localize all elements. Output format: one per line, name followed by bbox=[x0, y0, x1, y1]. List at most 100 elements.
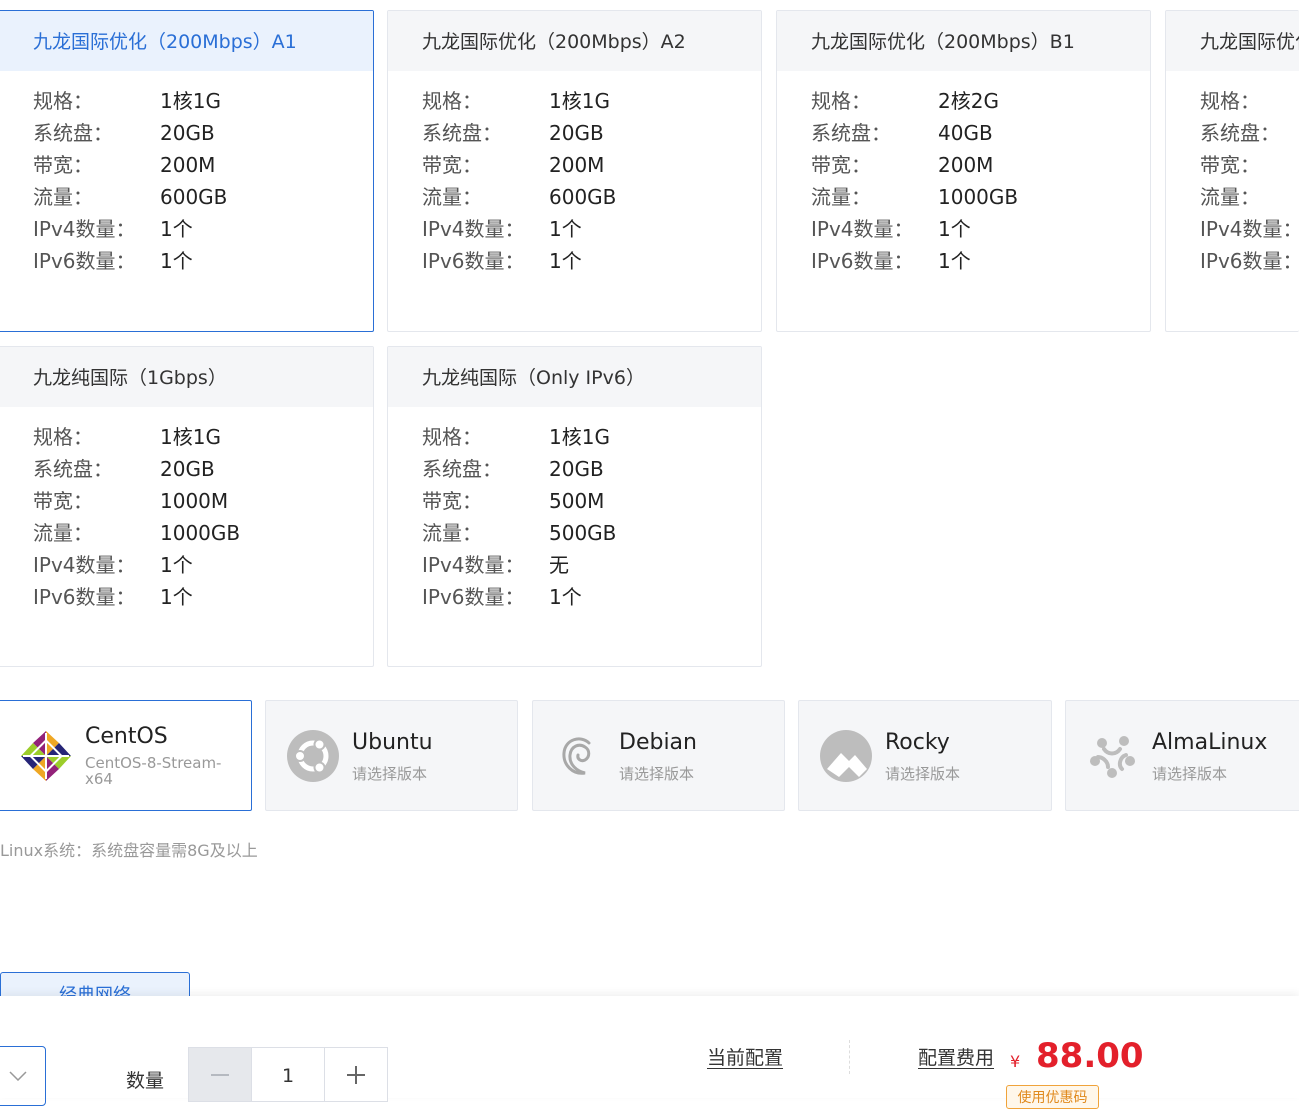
spec-value: 500M bbox=[549, 489, 605, 513]
spec-label: 带宽： bbox=[422, 489, 482, 513]
spec-label: 流量： bbox=[422, 185, 482, 209]
spec-value: 1核1G bbox=[160, 89, 221, 113]
spec-label: IPv6数量： bbox=[33, 249, 136, 273]
spec-label: 流量： bbox=[33, 185, 93, 209]
plan-title: 九龙国际优化（200Mbps）A2 bbox=[388, 11, 761, 71]
spec-value: 1个 bbox=[549, 217, 582, 241]
plan-card-a2[interactable]: 九龙国际优化（200Mbps）A2 规格： 1核1G 系统盘： 20GB 带宽： 20… bbox=[387, 10, 762, 332]
spec-label: 规格： bbox=[422, 89, 482, 113]
spec-label: IPv6数量： bbox=[33, 585, 136, 609]
rocky-icon bbox=[820, 730, 872, 782]
os-card-almalinux[interactable]: AlmaLinux 请选择版本 bbox=[1065, 700, 1299, 811]
config-fee-link[interactable]: 配置费用 bbox=[918, 1043, 994, 1070]
os-card-debian[interactable]: Debian 请选择版本 bbox=[532, 700, 785, 811]
os-disk-note: Linux系统：系统盘容量需8G及以上 bbox=[0, 841, 258, 860]
ubuntu-icon bbox=[287, 730, 339, 782]
decrement-button[interactable] bbox=[189, 1048, 251, 1101]
os-name: Rocky bbox=[885, 730, 950, 755]
spec-label: 带宽： bbox=[33, 153, 93, 177]
spec-label: IPv4数量： bbox=[1200, 217, 1299, 241]
spec-label: IPv4数量： bbox=[33, 553, 136, 577]
spec-label: IPv6数量： bbox=[811, 249, 914, 273]
os-card-centos[interactable]: CentOS CentOS-8-Stream-x64 bbox=[0, 700, 252, 811]
plan-card-ipv6[interactable]: 九龙纯国际（Only IPv6） 规格： 1核1G 系统盘： 20GB 带宽： 500… bbox=[387, 346, 762, 667]
quantity-input[interactable]: 1 bbox=[251, 1048, 325, 1101]
os-version: 请选择版本 bbox=[352, 765, 428, 783]
os-name: Debian bbox=[619, 730, 697, 755]
os-version: 请选择版本 bbox=[885, 765, 961, 783]
spec-label: 带宽： bbox=[33, 489, 93, 513]
spec-label: 流量： bbox=[811, 185, 871, 209]
spec-value: 1个 bbox=[938, 249, 971, 273]
plan-title: 九龙纯国际（Only IPv6） bbox=[388, 347, 761, 407]
spec-label: IPv6数量： bbox=[422, 585, 525, 609]
spec-label: 带宽： bbox=[1200, 153, 1260, 177]
spec-value: 无 bbox=[549, 553, 569, 577]
plan-card-1gbps[interactable]: 九龙纯国际（1Gbps） 规格： 1核1G 系统盘： 20GB 带宽： 1000M 流… bbox=[0, 346, 374, 667]
plan-title: 九龙国际优化（200Mbps）B1 bbox=[777, 11, 1150, 71]
spec-value: 40GB bbox=[938, 121, 993, 145]
spec-value: 20GB bbox=[160, 457, 215, 481]
spec-label: 规格： bbox=[33, 89, 93, 113]
os-version: 请选择版本 bbox=[1152, 765, 1228, 783]
spec-label: 系统盘： bbox=[33, 121, 113, 145]
spec-label: IPv6数量： bbox=[1200, 249, 1299, 273]
spec-value: 1个 bbox=[160, 249, 193, 273]
spec-value: 200M bbox=[160, 153, 216, 177]
spec-label: 系统盘： bbox=[33, 457, 113, 481]
total-price: 88.00 bbox=[1036, 1036, 1144, 1076]
spec-value: 20GB bbox=[549, 121, 604, 145]
spec-label: 规格： bbox=[1200, 89, 1260, 113]
coupon-button[interactable]: 使用优惠码 bbox=[1006, 1085, 1099, 1109]
plan-title: 九龙国际优化（200Mbps）A1 bbox=[0, 11, 373, 71]
spec-value: 1个 bbox=[549, 585, 582, 609]
spec-label: IPv4数量： bbox=[33, 217, 136, 241]
increment-button[interactable] bbox=[325, 1048, 387, 1101]
spec-label: 系统盘： bbox=[422, 457, 502, 481]
spec-value: 2核2G bbox=[938, 89, 999, 113]
spec-label: 规格： bbox=[811, 89, 871, 113]
spec-label: 带宽： bbox=[422, 153, 482, 177]
spec-value: 200M bbox=[938, 153, 994, 177]
os-card-ubuntu[interactable]: Ubuntu 请选择版本 bbox=[265, 700, 518, 811]
region-dropdown[interactable] bbox=[0, 1046, 46, 1106]
chevron-down-icon bbox=[9, 1071, 27, 1081]
spec-value: 1个 bbox=[549, 249, 582, 273]
spec-label: IPv4数量： bbox=[422, 553, 525, 577]
os-name: CentOS bbox=[85, 724, 168, 749]
spec-label: 系统盘： bbox=[1200, 121, 1280, 145]
divider bbox=[849, 1040, 851, 1074]
os-name: AlmaLinux bbox=[1152, 730, 1268, 755]
spec-value: 500GB bbox=[549, 521, 617, 545]
currency-symbol: ¥ bbox=[1010, 1052, 1021, 1071]
spec-value: 1个 bbox=[938, 217, 971, 241]
spec-label: IPv4数量： bbox=[811, 217, 914, 241]
spec-value: 1核1G bbox=[549, 425, 610, 449]
spec-label: IPv4数量： bbox=[422, 217, 525, 241]
spec-value: 20GB bbox=[549, 457, 604, 481]
plan-card-b1[interactable]: 九龙国际优化（200Mbps）B1 规格： 2核2G 系统盘： 40GB 带宽： 20… bbox=[776, 10, 1151, 332]
spec-value: 1个 bbox=[160, 217, 193, 241]
order-bar: 数量 1 当前配置 配置费用 ¥ 88.00 使用优惠码 bbox=[0, 996, 1299, 1109]
spec-value: 600GB bbox=[549, 185, 617, 209]
spec-value: 600GB bbox=[160, 185, 228, 209]
spec-label: 系统盘： bbox=[422, 121, 502, 145]
spec-value: 1000GB bbox=[938, 185, 1019, 209]
os-name: Ubuntu bbox=[352, 730, 433, 755]
spec-label: 带宽： bbox=[811, 153, 871, 177]
os-card-rocky[interactable]: Rocky 请选择版本 bbox=[798, 700, 1052, 811]
debian-icon bbox=[562, 737, 591, 775]
plan-title: 九龙国际优化 bbox=[1166, 11, 1299, 71]
almalinux-icon bbox=[1090, 736, 1135, 778]
plan-title: 九龙纯国际（1Gbps） bbox=[0, 347, 373, 407]
plan-card-a1[interactable]: 九龙国际优化（200Mbps）A1 规格： 1核1G 系统盘： 20GB 带宽： 20… bbox=[0, 10, 374, 332]
centos-icon bbox=[21, 731, 71, 781]
spec-value: 1000GB bbox=[160, 521, 241, 545]
spec-label: 规格： bbox=[422, 425, 482, 449]
spec-value: 200M bbox=[549, 153, 605, 177]
spec-value: 20GB bbox=[160, 121, 215, 145]
spec-label: 系统盘： bbox=[811, 121, 891, 145]
current-config-link[interactable]: 当前配置 bbox=[707, 1043, 783, 1070]
plan-card-partial[interactable]: 九龙国际优化 规格： 系统盘： 带宽： 流量： IPv4数量： IPv6数量： bbox=[1165, 10, 1299, 332]
spec-value: 1000M bbox=[160, 489, 229, 513]
